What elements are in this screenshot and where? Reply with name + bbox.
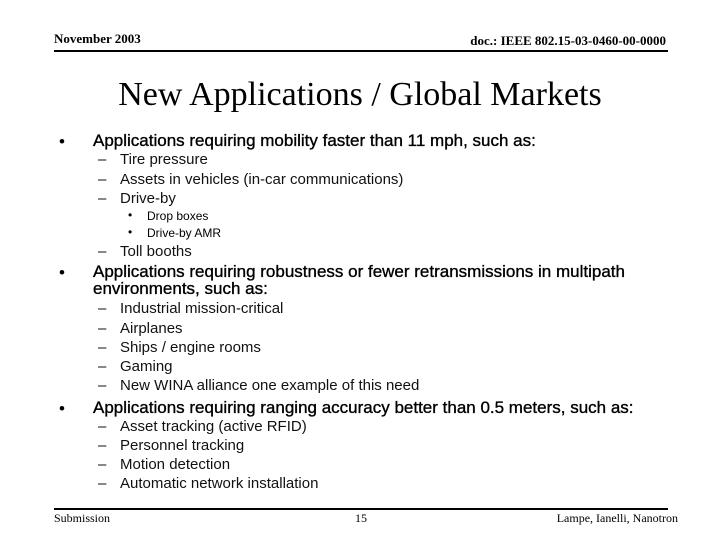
dash-icon: –: [98, 320, 107, 337]
dash-icon: –: [98, 171, 107, 188]
dash-icon: –: [98, 300, 107, 317]
dash-icon: –: [98, 377, 107, 394]
bullet-icon: •: [59, 399, 65, 418]
bullet-icon: •: [59, 132, 65, 151]
footer-submission: Submission: [54, 511, 111, 525]
dash-icon: –: [98, 151, 107, 168]
header-doc-id: doc.: IEEE 802.15-03-0460-00-0000: [470, 33, 666, 48]
dash-icon: –: [98, 418, 107, 435]
dash-icon: –: [98, 475, 107, 492]
small-bullet-icon: •: [128, 208, 133, 222]
small-bullet-icon: •: [128, 225, 133, 239]
dash-icon: –: [98, 456, 107, 473]
dash-icon: –: [98, 243, 107, 260]
dash-icon: –: [98, 339, 107, 356]
dash-icon: –: [98, 190, 107, 207]
header-date: November 2003: [54, 31, 141, 46]
footer-authors: Lampe, Ianelli, Nanotron: [556, 511, 678, 525]
header-rule: [54, 50, 668, 52]
slide-title: New Applications / Global Markets: [118, 76, 602, 113]
dash-icon: –: [98, 437, 107, 454]
bullet-icon: •: [59, 263, 65, 282]
page-number: 15: [355, 511, 367, 525]
dash-icon: –: [98, 358, 107, 375]
footer-rule: [54, 508, 668, 510]
